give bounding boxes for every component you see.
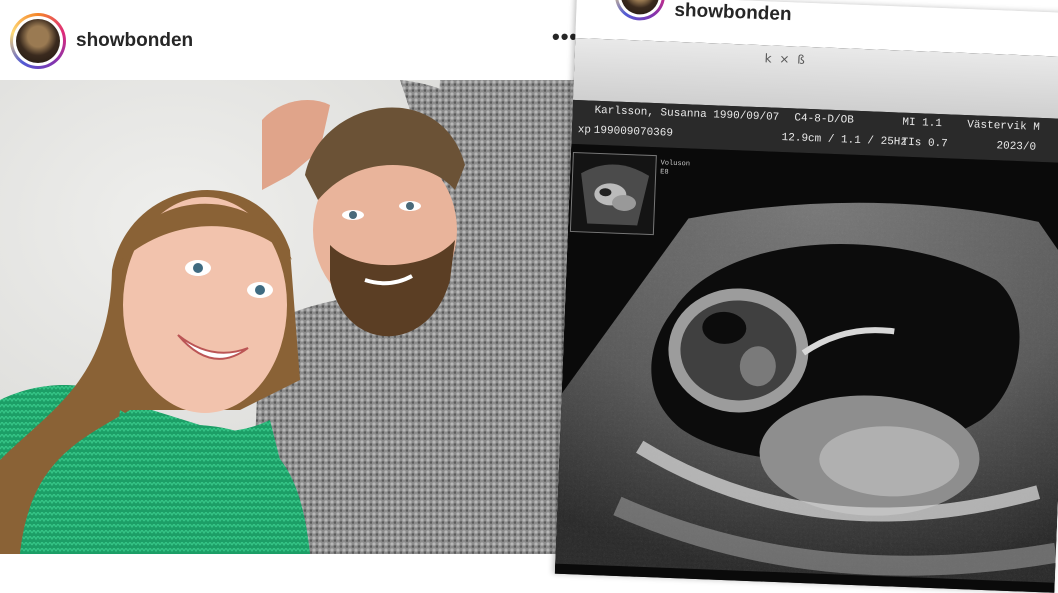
- scan-date: 2023/0: [996, 140, 1037, 154]
- mi-value: MI 1.1: [902, 116, 943, 131]
- username-link-right[interactable]: showbonden: [674, 0, 792, 26]
- side-label: xp: [577, 124, 592, 137]
- fetus-sonogram: [555, 202, 1058, 583]
- tis-value: TIs 0.7: [901, 136, 948, 151]
- depth-setting: 12.9cm / 1.1 / 25Hz: [781, 131, 908, 149]
- couple-selfie-illustration: [0, 80, 588, 554]
- patient-id: 199009070369: [593, 124, 674, 140]
- ultrasound-scan: Voluson E8: [554, 143, 1058, 593]
- patient-name: Karlsson, Susanna 1990/09/07: [594, 104, 780, 124]
- probe-setting: C4-8-D/OB: [794, 112, 854, 127]
- paper-marks: k × ß: [764, 51, 808, 67]
- clinic-location: Västervik M: [967, 119, 1041, 134]
- post-header: showbonden •••: [0, 0, 588, 80]
- instagram-post-right: showbonden k × ß Karlsson, Susanna 1990/…: [554, 0, 1058, 593]
- profile-avatar[interactable]: [10, 13, 66, 69]
- profile-avatar-right[interactable]: [614, 0, 666, 22]
- instagram-post-left: showbonden •••: [0, 0, 588, 554]
- post-photo-ultrasound: k × ß Karlsson, Susanna 1990/09/07 xp 19…: [554, 37, 1058, 593]
- post-photo-couple: [0, 80, 588, 554]
- username-link[interactable]: showbonden: [76, 30, 193, 52]
